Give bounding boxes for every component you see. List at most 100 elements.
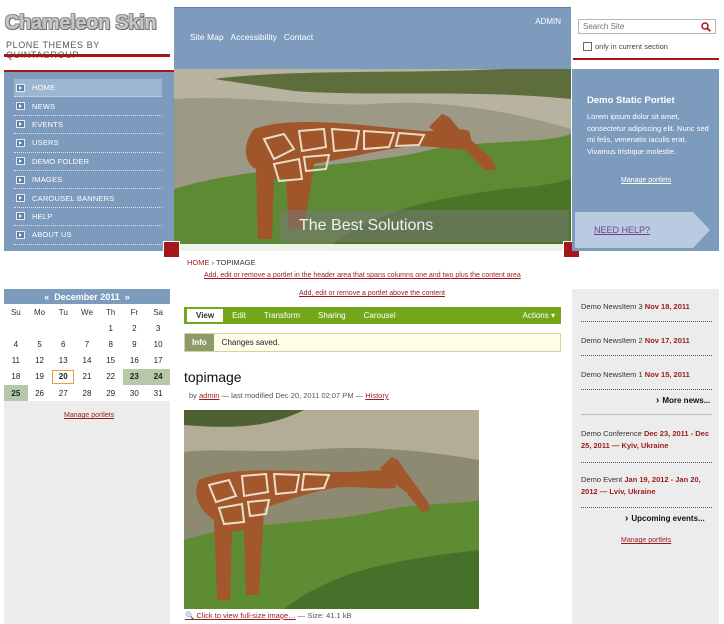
news-item[interactable]: Demo NewsItem 2 Nov 17, 2011 [581, 335, 715, 347]
more-news-link[interactable]: More news... [656, 395, 710, 406]
chevron-down-icon: ▾ [550, 311, 555, 320]
need-help-button[interactable]: NEED HELP? [575, 212, 710, 248]
calendar-day: 4 [13, 339, 19, 349]
calendar-day[interactable]: 24 [146, 368, 170, 385]
logo-divider [4, 54, 170, 57]
nav-item-users[interactable]: USERS [14, 134, 162, 153]
banner-caption: The Best Solutions [280, 210, 569, 242]
nav-item-demo-folder[interactable]: DEMO FOLDER [14, 153, 162, 171]
calendar-day: 12 [35, 356, 44, 366]
calendar-day: 10 [153, 339, 163, 349]
nav-item-label: EVENTS [32, 119, 64, 129]
news-item-title: Demo NewsItem 3 [581, 302, 643, 311]
tab-carousel[interactable]: Carousel [355, 307, 405, 324]
nav-item-label: USERS [32, 138, 59, 148]
header-bar: ADMIN Site Map Accessibility Contact [174, 7, 571, 69]
calendar-weekday: Su [10, 307, 21, 317]
arrow-right-icon [16, 194, 25, 203]
logo-title: Chameleon Skin [5, 12, 157, 34]
history-link[interactable]: History [365, 391, 388, 400]
arrow-right-icon [16, 120, 25, 129]
actions-label: Actions [522, 311, 549, 320]
only-current-checkbox[interactable] [583, 42, 592, 51]
calendar-prev-button[interactable]: « [44, 292, 49, 302]
document-byline: by admin — last modified Dec 20, 2011 02… [189, 391, 389, 400]
giraffe-image [184, 410, 479, 609]
calendar-weekday: Fr [130, 307, 139, 317]
upcoming-events-link[interactable]: Upcoming events... [625, 513, 704, 524]
calendar-day[interactable]: 23 [122, 368, 147, 385]
news-item[interactable]: Demo NewsItem 3 Nov 18, 2011 [581, 301, 715, 313]
event-item[interactable]: Demo Conference Dec 23, 2011 - Dec 25, 2… [581, 428, 715, 452]
magnifier-icon: 🔍 [185, 611, 195, 620]
calendar-day: 7 [84, 339, 90, 349]
user-menu-admin[interactable]: ADMIN [535, 17, 561, 26]
status-label: Info [185, 334, 214, 351]
nav-item-carousel-banners[interactable]: CAROUSEL BANNERS [14, 189, 162, 208]
arrow-right-icon [16, 230, 25, 239]
nav-item-events[interactable]: EVENTS [14, 116, 162, 135]
tab-transform[interactable]: Transform [255, 307, 309, 324]
calendar-day [51, 320, 75, 336]
author-link[interactable]: admin [199, 391, 219, 400]
arrow-right-icon [16, 157, 25, 166]
manage-portlets-link[interactable]: Manage portlets [621, 177, 671, 184]
calendar-day: 29 [106, 388, 116, 398]
calendar-portlet: « December 2011 » Su Mo Tu We Th Fr Sa 1234567… [4, 289, 170, 402]
divider [581, 462, 712, 463]
calendar-day: 26 [35, 388, 44, 398]
event-item-title: Demo Conference [581, 429, 642, 438]
calendar-day: 17 [153, 356, 163, 366]
calendar-weekday: Th [105, 307, 116, 317]
calendar-grid: Su Mo Tu We Th Fr Sa 1 2 3 4 5 6 7 8 9 10 11 12 13 14 15 16 17… [4, 304, 170, 402]
site-action-accessibility[interactable]: Accessibility [231, 32, 277, 42]
right-column: Demo NewsItem 3 Nov 18, 2011 Demo NewsIt… [572, 289, 719, 624]
carousel-banner[interactable]: The Best Solutions [174, 69, 571, 251]
event-item[interactable]: Demo Event Jan 19, 2012 - Jan 20, 2012 —… [581, 474, 715, 498]
site-logo[interactable]: Chameleon Skin PLONE THEMES BY QUINTAGRO… [0, 0, 174, 70]
view-full-size-link[interactable]: 🔍 Click to view full-size image… [185, 611, 296, 620]
nav-item-images[interactable]: IMAGES [14, 171, 162, 190]
nav-item-news[interactable]: NEWS [14, 97, 162, 116]
status-message: Info Changes saved. [184, 333, 561, 352]
arrow-right-icon [16, 175, 25, 184]
search-box [578, 19, 716, 34]
nav-item-label: HOME [32, 83, 56, 93]
calendar-next-button[interactable]: » [125, 292, 130, 302]
status-text: Changes saved. [221, 338, 280, 347]
static-portlet-title: Demo Static Portlet [587, 95, 675, 106]
nav-item-label: IMAGES [32, 175, 63, 185]
calendar-day[interactable]: 25 [4, 384, 28, 402]
divider [581, 355, 712, 356]
tab-edit[interactable]: Edit [223, 307, 255, 324]
calendar-day [28, 320, 52, 336]
breadcrumb-home[interactable]: HOME [187, 258, 210, 267]
header-divider-right [573, 58, 719, 60]
image-caption: 🔍 Click to view full-size image… — Size:… [185, 611, 352, 620]
tab-view[interactable]: View [187, 309, 224, 322]
byline-by: by [189, 391, 197, 400]
breadcrumb: HOME › TOPIMAGE [187, 258, 256, 267]
calendar-weekday: Mo [33, 307, 46, 317]
search-input[interactable] [579, 20, 689, 33]
actions-menu[interactable]: Actions ▾ [523, 311, 555, 320]
news-item[interactable]: Demo NewsItem 1 Nov 15, 2011 [581, 369, 715, 381]
events-manage-portlets-link[interactable]: Manage portlets [621, 537, 671, 544]
nav-item-home[interactable]: HOME [14, 79, 162, 98]
header-portlet-manage-link[interactable]: Add, edit or remove a portlet in the hea… [204, 272, 521, 279]
content-image[interactable] [184, 410, 479, 609]
search-icon[interactable] [701, 22, 711, 32]
tab-sharing[interactable]: Sharing [309, 307, 355, 324]
news-item-date: Nov 15, 2011 [644, 370, 690, 379]
nav-item-help[interactable]: HELP [14, 208, 162, 227]
above-content-portlet-link[interactable]: Add, edit or remove a portlet above the … [299, 290, 445, 297]
nav-item-about-us[interactable]: ABOUT US [14, 226, 162, 245]
calendar-manage-portlets-link[interactable]: Manage portlets [64, 412, 114, 419]
site-action-contact[interactable]: Contact [284, 32, 313, 42]
calendar-day: 13 [58, 356, 68, 366]
calendar-month: December 2011 [54, 291, 120, 302]
breadcrumb-current: TOPIMAGE [216, 258, 256, 267]
site-action-sitemap[interactable]: Site Map [190, 32, 224, 42]
byline-modified: — last modified Dec 20, 2011 02:07 PM — [221, 391, 364, 400]
calendar-day: 2 [132, 323, 137, 333]
